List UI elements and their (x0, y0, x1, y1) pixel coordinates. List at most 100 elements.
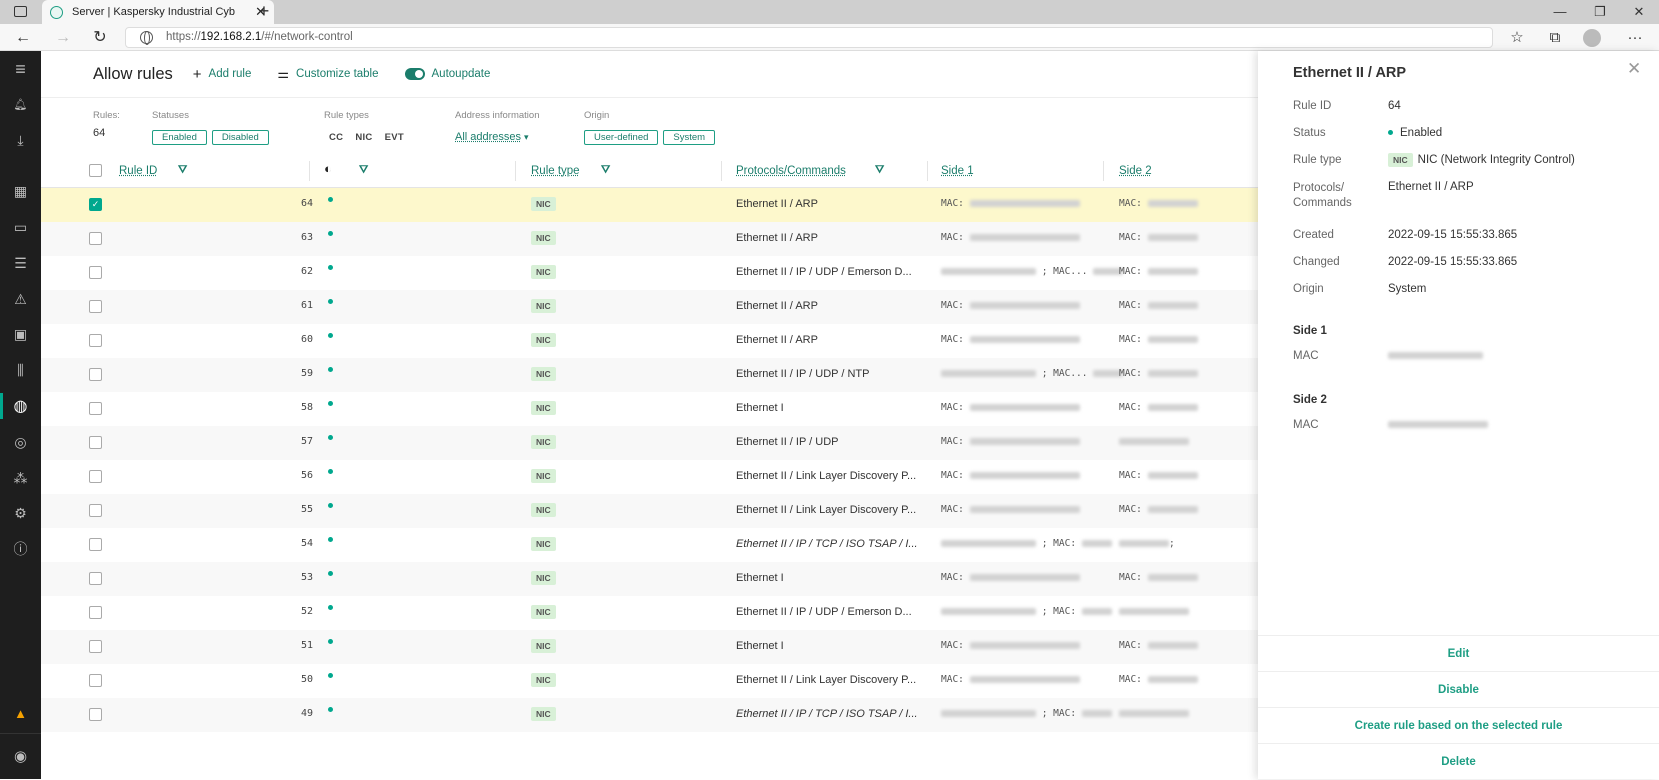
favorites-icon[interactable]: ☆ (1502, 24, 1532, 51)
table-row[interactable]: 55 NIC Ethernet II / Link Layer Discovery … (41, 494, 1258, 528)
status-column-icon[interactable]: ◐ (324, 161, 332, 176)
table-row[interactable]: 62 NIC Ethernet II / IP / UDP / Emerson D.… (41, 256, 1258, 290)
graph-icon[interactable]: ⁂ (0, 463, 41, 493)
row-checkbox[interactable] (89, 640, 102, 653)
redacted-mac (1147, 200, 1198, 207)
add-rule-button[interactable]: + Add rule (193, 66, 252, 83)
site-info-icon[interactable] (140, 31, 153, 45)
radar-icon[interactable]: ◎ (0, 427, 41, 457)
row-checkbox[interactable] (89, 504, 102, 517)
side1-cell: ; MAC: (941, 538, 1112, 549)
row-checkbox[interactable] (89, 606, 102, 619)
table-row[interactable]: 53 NIC Ethernet I MAC: MAC: (41, 562, 1258, 596)
column-side2[interactable]: Side 2 (1119, 153, 1152, 188)
table-row[interactable]: 63 NIC Ethernet II / ARP MAC: MAC: (41, 222, 1258, 256)
forward-button[interactable]: → (48, 24, 78, 51)
table-row[interactable]: 58 NIC Ethernet I MAC: MAC: (41, 392, 1258, 426)
table-row[interactable]: 61 NIC Ethernet II / ARP MAC: MAC: (41, 290, 1258, 324)
row-checkbox[interactable] (89, 402, 102, 415)
new-tab-button[interactable]: + (254, 0, 274, 24)
protocols-cell: Ethernet II / IP / TCP / ISO TSAP / I... (736, 538, 918, 550)
rule-type-nic[interactable]: NIC (355, 132, 372, 143)
disable-button[interactable]: Disable (1258, 671, 1659, 707)
protocols-filter-icon[interactable]: ⛛ (875, 164, 884, 177)
create-based-rule-button[interactable]: Create rule based on the selected rule (1258, 707, 1659, 743)
statuses-filter: Statuses Enabled Disabled (152, 110, 274, 145)
table-row[interactable]: 50 NIC Ethernet II / Link Layer Discovery … (41, 664, 1258, 698)
column-side1[interactable]: Side 1 (941, 153, 974, 188)
profile-avatar[interactable] (1583, 29, 1601, 47)
reload-button[interactable]: ↻ (85, 24, 115, 51)
row-checkbox[interactable] (89, 300, 102, 313)
column-rule-type[interactable]: Rule type (531, 153, 580, 188)
table-row[interactable]: 56 NIC Ethernet II / Link Layer Discovery … (41, 460, 1258, 494)
window-close-button[interactable]: ✕ (1619, 0, 1659, 24)
status-filter-icon[interactable]: ⛛ (359, 164, 368, 177)
dashboard-icon[interactable]: ▦ (0, 176, 41, 206)
row-checkbox[interactable] (89, 572, 102, 585)
row-checkbox[interactable] (89, 266, 102, 279)
rule-type-evt[interactable]: EVT (385, 132, 404, 143)
table-row[interactable]: 52 NIC Ethernet II / IP / UDP / Emerson D.… (41, 596, 1258, 630)
row-checkbox[interactable] (89, 674, 102, 687)
autoupdate-toggle[interactable]: Autoupdate (404, 68, 490, 80)
customize-table-button[interactable]: ⚌ Customize table (277, 66, 378, 82)
rule-type-filter-icon[interactable]: ⛛ (601, 164, 610, 177)
menu-icon[interactable]: ≡ (0, 54, 41, 84)
minimize-button[interactable]: — (1540, 0, 1580, 24)
redacted-address (1119, 710, 1189, 717)
select-all-checkbox[interactable] (89, 164, 102, 177)
origin-chip-system[interactable]: System (663, 130, 716, 145)
more-menu-icon[interactable]: ··· (1620, 24, 1650, 51)
row-checkbox[interactable] (89, 334, 102, 347)
restore-button[interactable]: ❐ (1580, 0, 1620, 24)
table-row[interactable]: 59 NIC Ethernet II / IP / UDP / NTP ; MAC.… (41, 358, 1258, 392)
chevron-down-icon[interactable]: ▾ (524, 132, 529, 142)
status-chip-enabled[interactable]: Enabled (152, 130, 207, 145)
row-checkbox[interactable] (89, 232, 102, 245)
table-row[interactable]: 54 NIC Ethernet II / IP / TCP / ISO TSAP /… (41, 528, 1258, 562)
column-rule-id[interactable]: Rule ID (119, 153, 157, 188)
row-checkbox[interactable] (89, 368, 102, 381)
devices-icon[interactable]: ▭ (0, 212, 41, 242)
delete-button[interactable]: Delete (1258, 743, 1659, 779)
tab-actions-icon[interactable] (14, 6, 27, 17)
address-bar[interactable]: https://192.168.2.1/#/network-control (125, 27, 1493, 48)
toggle-switch[interactable] (404, 68, 425, 80)
row-checkbox[interactable]: ✓ (89, 198, 102, 211)
column-protocols[interactable]: Protocols/Commands (736, 153, 846, 188)
row-checkbox[interactable] (89, 538, 102, 551)
equalizer-icon[interactable]: ⫼ (0, 355, 41, 385)
row-checkbox[interactable] (89, 708, 102, 721)
table-row[interactable]: ✓ 64 NIC Ethernet II / ARP MAC: MAC: (41, 188, 1258, 222)
alert-icon[interactable]: ⚠ (0, 284, 41, 314)
rule-id-filter-icon[interactable]: ⛛ (178, 164, 187, 177)
address-dropdown[interactable]: All addresses (455, 131, 521, 143)
row-checkbox[interactable] (89, 470, 102, 483)
collections-icon[interactable]: ⧉ (1540, 24, 1570, 51)
download-icon[interactable]: ⤓ (0, 125, 41, 155)
tree-icon[interactable]: ☰ (0, 248, 41, 278)
side2-cell: MAC: (1119, 198, 1198, 209)
rule-id-cell: 55 (300, 504, 313, 515)
edit-button[interactable]: Edit (1258, 635, 1659, 671)
protocols-cell: Ethernet II / IP / UDP / NTP (736, 368, 870, 380)
rule-type-cc[interactable]: CC (329, 132, 343, 143)
table-row[interactable]: 57 NIC Ethernet II / IP / UDP MAC: (41, 426, 1258, 460)
table-row[interactable]: 49 NIC Ethernet II / IP / TCP / ISO TSAP /… (41, 698, 1258, 732)
table-row[interactable]: 51 NIC Ethernet I MAC: MAC: (41, 630, 1258, 664)
close-icon[interactable]: ✕ (1627, 59, 1641, 79)
bell-icon[interactable]: 🔔︎ (0, 89, 41, 119)
row-checkbox[interactable] (89, 436, 102, 449)
warning-icon[interactable]: ▲ (0, 698, 41, 728)
browser-tab[interactable]: Server | Kaspersky Industrial Cyb ✕ (42, 0, 274, 24)
info-icon[interactable]: ⓘ (0, 534, 41, 564)
settings-icon[interactable]: ⚙ (0, 498, 41, 528)
user-icon[interactable]: ◉ (0, 741, 41, 771)
back-button[interactable]: ← (8, 24, 38, 51)
origin-chip-user-defined[interactable]: User-defined (584, 130, 659, 145)
monitor-icon[interactable]: ▣ (0, 319, 41, 349)
table-row[interactable]: 60 NIC Ethernet II / ARP MAC: MAC: (41, 324, 1258, 358)
status-chip-disabled[interactable]: Disabled (211, 130, 269, 145)
network-globe-icon[interactable]: ◍ (0, 391, 41, 421)
